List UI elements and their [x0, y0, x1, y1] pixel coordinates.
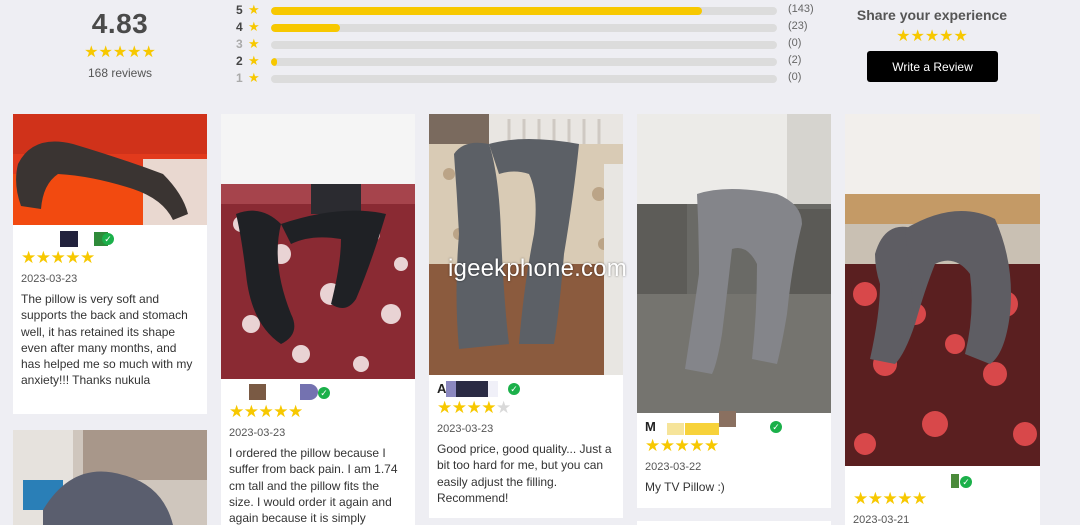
review-stars: ★★★★★	[645, 436, 719, 455]
rating-row-4[interactable]: 4 ★ (23)	[236, 19, 836, 36]
reviewer-name: A ✓	[437, 381, 615, 397]
rating-level: 2	[236, 54, 243, 68]
star-icon: ★	[248, 2, 260, 17]
rating-level: 4	[236, 20, 243, 34]
share-title: Share your experience	[856, 7, 1008, 23]
reviewer-initial: M	[645, 419, 656, 434]
verified-icon: ✓	[102, 233, 114, 245]
rating-count: (2)	[788, 54, 802, 66]
rating-row-3[interactable]: 3 ★ (0)	[236, 36, 836, 53]
rating-bar-track	[271, 24, 777, 32]
share-stars[interactable]: ★★★★★	[840, 26, 1024, 46]
reviewer-name: M ✓	[645, 411, 823, 435]
rating-count: (0)	[788, 37, 802, 49]
rating-summary: 4.83 ★★★★★ 168 reviews	[78, 8, 162, 80]
review-photo[interactable]	[13, 114, 207, 225]
review-stars: ★★★★★	[21, 248, 95, 267]
rating-bar-track	[271, 58, 777, 66]
review-text: Good price, good quality... Just a bit t…	[437, 442, 612, 505]
review-count: 168 reviews	[87, 66, 153, 80]
review-card[interactable]: M ✓ ★★★★★ 2023-03-22 My TV Pillow :)	[637, 114, 831, 508]
rating-row-5[interactable]: 5 ★ (143)	[236, 2, 836, 19]
review-date: 2023-03-21	[853, 514, 910, 525]
reviewer-name: ✓	[21, 231, 199, 247]
review-date: 2023-03-23	[21, 273, 78, 285]
average-rating: 4.83	[91, 8, 149, 39]
rating-bar-track	[271, 75, 777, 83]
reviewer-name: ✓	[853, 472, 1032, 488]
rating-level: 1	[236, 71, 243, 85]
rating-count: (143)	[788, 3, 814, 15]
review-photo[interactable]	[429, 114, 623, 375]
share-experience: Share your experience ★★★★★ Write a Revi…	[840, 7, 1024, 82]
review-photo[interactable]	[13, 430, 207, 525]
star-icon: ★	[248, 53, 260, 68]
watermark: igeekphone.com	[448, 255, 627, 282]
star-icon: ★	[248, 19, 260, 34]
rating-bar-fill	[271, 24, 341, 32]
review-card[interactable]	[637, 521, 831, 525]
review-card[interactable]	[13, 430, 207, 525]
reviewer-name: ✓	[229, 384, 407, 401]
write-review-button[interactable]: Write a Review	[867, 51, 998, 82]
review-date: 2023-03-22	[645, 461, 702, 473]
star-icon: ★	[248, 70, 260, 85]
review-stars: ★★★★★	[437, 398, 511, 417]
review-stars: ★★★★★	[853, 489, 927, 508]
review-photo[interactable]	[637, 114, 831, 413]
review-text: The pillow is very soft and supports the…	[21, 292, 193, 388]
review-photo[interactable]	[221, 114, 415, 379]
rating-count: (0)	[788, 71, 802, 83]
review-photo[interactable]	[845, 114, 1040, 466]
review-stars: ★★★★★	[229, 402, 303, 421]
average-stars: ★★★★★	[84, 44, 156, 61]
rating-count: (23)	[788, 20, 808, 32]
rating-level: 5	[236, 3, 243, 17]
review-date: 2023-03-23	[229, 427, 286, 439]
verified-icon: ✓	[960, 476, 972, 488]
rating-breakdown: 5 ★ (143) 4 ★ (23) 3 ★ (0) 2 ★ (2) 1 ★ (…	[236, 2, 836, 87]
rating-bar-fill	[271, 7, 702, 15]
verified-icon: ✓	[508, 383, 520, 395]
review-card[interactable]: ✓ ★★★★★ 2023-03-23 The pillow is very so…	[13, 114, 207, 414]
verified-icon: ✓	[770, 421, 782, 433]
review-card[interactable]: ✓ ★★★★★ 2023-03-23 I ordered the pillow …	[221, 114, 415, 525]
rating-row-1[interactable]: 1 ★ (0)	[236, 70, 836, 87]
rating-row-2[interactable]: 2 ★ (2)	[236, 53, 836, 70]
review-text: I ordered the pillow because I suffer fr…	[229, 446, 398, 525]
review-date: 2023-03-23	[437, 423, 494, 435]
star-icon: ★	[248, 36, 260, 51]
rating-level: 3	[236, 37, 243, 51]
verified-icon: ✓	[318, 387, 330, 399]
reviewer-initial: A	[437, 381, 447, 396]
rating-bar-track	[271, 7, 777, 15]
rating-bar-track	[271, 41, 777, 49]
review-card[interactable]: ✓ ★★★★★ 2023-03-21	[845, 114, 1040, 525]
review-card[interactable]: A ✓ ★★★★★ 2023-03-23 Good price, good qu…	[429, 114, 623, 518]
review-text: My TV Pillow :)	[645, 480, 725, 494]
rating-bar-fill	[271, 58, 278, 66]
